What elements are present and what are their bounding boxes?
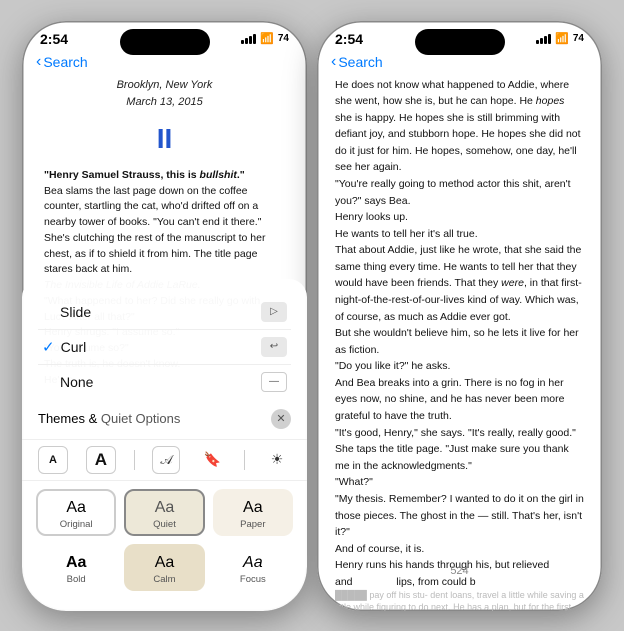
time-right: 2:54 [335, 31, 363, 47]
right-text: He does not know what happened to Addie,… [335, 77, 584, 611]
font-decrease-button[interactable]: A [38, 446, 68, 474]
themes-label: Themes & Quiet Options [38, 411, 180, 426]
quiet-name: Quiet [153, 519, 176, 530]
curl-icon-box: ↩ [261, 337, 287, 357]
wifi-icon: 📶 [260, 32, 274, 45]
toolbar-separator-2 [244, 450, 245, 470]
transition-none[interactable]: None — [38, 365, 291, 399]
themes-section: Themes & Quiet Options ✕ [22, 407, 307, 439]
right-book-content: He does not know what happened to Addie,… [317, 77, 602, 611]
close-button[interactable]: ✕ [271, 409, 291, 429]
back-button-left[interactable]: ‹ Search [36, 53, 88, 71]
theme-bold[interactable]: Aa Bold [36, 544, 116, 591]
transition-slide[interactable]: Slide ▷ [38, 295, 291, 330]
chevron-right-icon: ‹ [331, 53, 336, 71]
transition-options: Slide ▷ ✓ Curl ↩ None — [22, 291, 307, 407]
original-sample: Aa [66, 499, 86, 517]
none-label: None [60, 374, 93, 390]
curl-check: ✓ [42, 338, 55, 356]
left-phone: 2:54 📶 74 ‹ Search Brooklyn, New YorkMar… [22, 21, 307, 611]
theme-paper[interactable]: Aa Paper [213, 489, 293, 536]
calm-name: Calm [153, 574, 175, 585]
theme-quiet[interactable]: Aa Quiet [124, 489, 204, 536]
paper-sample: Aa [243, 499, 263, 517]
slide-icon-box: ▷ [261, 302, 287, 322]
bold-name: Bold [67, 574, 86, 585]
original-name: Original [60, 519, 93, 530]
theme-grid: Aa Original Aa Quiet Aa Paper Aa Bold Aa [22, 481, 307, 595]
focus-sample: Aa [243, 554, 263, 572]
status-icons-left: 📶 74 [241, 32, 289, 45]
dynamic-island-left [120, 29, 210, 55]
font-increase-button[interactable]: A [86, 446, 116, 474]
theme-focus[interactable]: Aa Focus [213, 544, 293, 591]
transition-curl[interactable]: ✓ Curl ↩ [38, 330, 291, 365]
brightness-button[interactable]: ☀ [263, 446, 291, 474]
font-style-button[interactable]: 𝒜 [152, 446, 180, 474]
toolbar-separator-1 [134, 450, 135, 470]
bookmark-button[interactable]: 🔖 [198, 446, 226, 474]
theme-original[interactable]: Aa Original [36, 489, 116, 536]
slide-label: Slide [60, 304, 91, 320]
bold-sample: Aa [66, 554, 86, 572]
page-number: 524 [317, 559, 602, 581]
time-left: 2:54 [40, 31, 68, 47]
dynamic-island-right [415, 29, 505, 55]
signal-icon [241, 34, 256, 44]
chapter-number: II [44, 117, 285, 160]
chevron-left-icon: ‹ [36, 53, 41, 71]
book-header: Brooklyn, New YorkMarch 13, 2015 [44, 77, 285, 111]
signal-icon-right [536, 34, 551, 44]
calm-sample: Aa [155, 554, 175, 572]
status-icons-right: 📶 74 [536, 32, 584, 45]
battery-icon-right: 74 [573, 33, 584, 44]
toolbar-row: A A 𝒜 🔖 ☀ [22, 439, 307, 481]
wifi-icon-right: 📶 [555, 32, 569, 45]
curl-label: Curl [61, 339, 87, 355]
none-icon-box: — [261, 372, 287, 392]
paper-name: Paper [240, 519, 265, 530]
back-button-right[interactable]: ‹ Search [331, 53, 383, 71]
theme-calm[interactable]: Aa Calm [124, 544, 204, 591]
right-phone: 2:54 📶 74 ‹ Search He does not know what [317, 21, 602, 611]
battery-icon: 74 [278, 33, 289, 44]
overlay-panel: Slide ▷ ✓ Curl ↩ None — [22, 279, 307, 611]
quiet-sample: Aa [155, 499, 175, 517]
focus-name: Focus [240, 574, 266, 585]
